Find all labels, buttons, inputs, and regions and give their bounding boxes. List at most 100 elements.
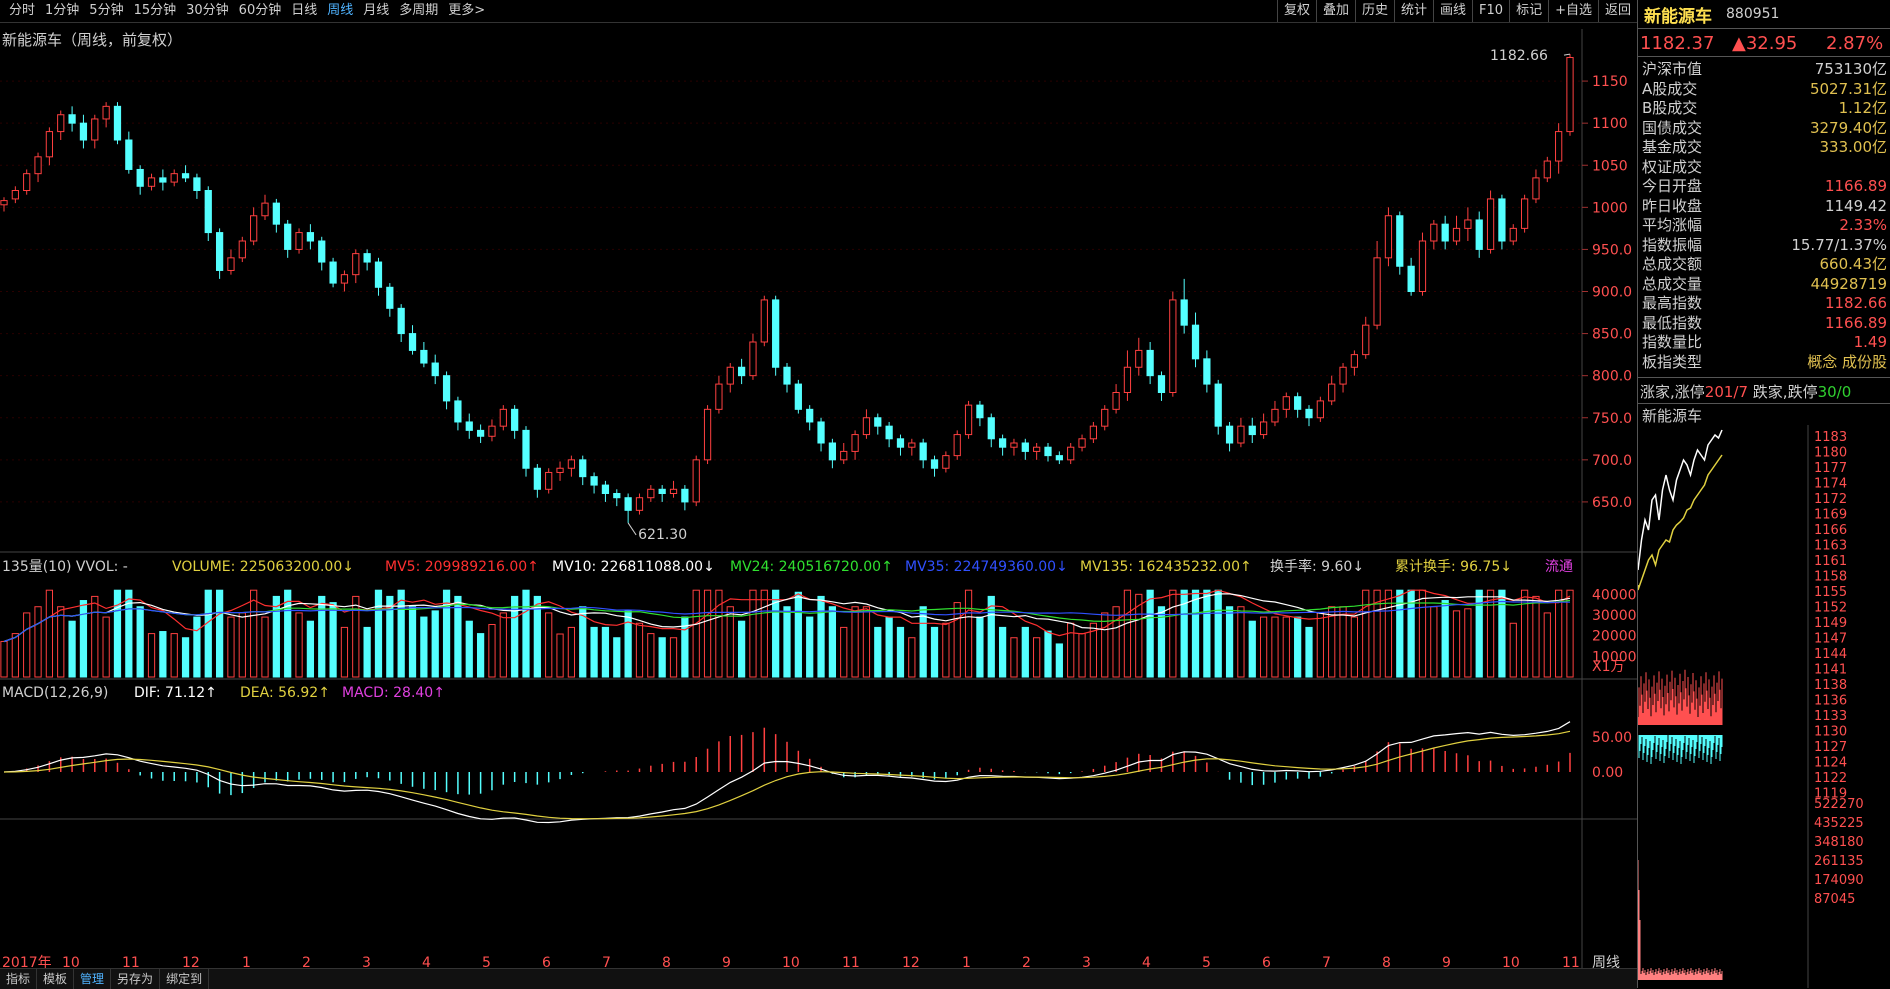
price-tick-label: 850.0 xyxy=(1592,327,1632,343)
volume-tick-label: 20000 xyxy=(1592,629,1637,645)
mini-price-label: 1124 xyxy=(1814,756,1847,771)
candle-body xyxy=(1101,408,1109,427)
toolbar-action-1[interactable]: 叠加 xyxy=(1315,0,1355,22)
volume-label: 135量(10) VVOL: - xyxy=(2,559,128,575)
candle-body xyxy=(261,202,269,217)
candle-body xyxy=(1532,177,1540,200)
period-tab-2[interactable]: 5分钟 xyxy=(84,0,128,22)
candle-body xyxy=(1010,442,1018,448)
candle-body xyxy=(329,261,337,284)
period-tab-9[interactable]: 多周期 xyxy=(394,0,443,22)
stats-label: 国债成交 xyxy=(1642,118,1703,137)
candle-body xyxy=(1191,324,1200,360)
candle-body xyxy=(817,421,825,444)
candle-body xyxy=(352,253,360,276)
volume-bar xyxy=(942,622,950,678)
stats-row: 总成交额 660.43亿 xyxy=(1642,255,1887,274)
candle-body xyxy=(1135,349,1143,368)
volume-tick-label: 40000 xyxy=(1592,587,1637,603)
candle-body xyxy=(431,362,439,377)
volume-bar xyxy=(215,589,224,678)
chart-frame xyxy=(0,29,1637,975)
volume-bar xyxy=(1112,606,1120,678)
volume-bar xyxy=(1294,616,1302,678)
period-tab-5[interactable]: 60分钟 xyxy=(234,0,287,22)
candle-body xyxy=(964,404,973,436)
period-tab-10[interactable]: 更多> xyxy=(443,0,490,22)
volume-bar xyxy=(737,620,746,678)
mini-price-label: 1169 xyxy=(1814,508,1847,523)
candle-body xyxy=(170,173,178,183)
stats-value: 5027.31亿 xyxy=(1809,79,1887,98)
period-tab-8[interactable]: 月线 xyxy=(358,0,394,22)
candle-body xyxy=(397,307,405,335)
mini-vol-label: 435225 xyxy=(1814,816,1864,831)
volume-bar xyxy=(908,637,916,678)
volume-bar xyxy=(1146,589,1154,678)
bottom-tab-2[interactable]: 管理 xyxy=(74,969,112,989)
candle-body xyxy=(840,450,848,461)
candle-body xyxy=(227,257,235,271)
volume-bar xyxy=(1532,595,1540,678)
period-tab-0[interactable]: 分时 xyxy=(4,0,40,22)
candle-body xyxy=(851,434,859,452)
bottom-tab-3[interactable]: 另存为 xyxy=(111,969,161,989)
stats-row: A股成交 5027.31亿 xyxy=(1642,80,1887,99)
volume-bar xyxy=(590,626,598,678)
candle-body xyxy=(669,488,678,494)
mini-avg-line xyxy=(1638,454,1723,591)
candle-body xyxy=(1384,215,1393,259)
extreme-annotations: 1182.66 621.30 xyxy=(627,48,1571,543)
stats-row: 国债成交 3279.40亿 xyxy=(1642,119,1887,138)
candle-body xyxy=(1271,408,1279,423)
volume-bar xyxy=(624,610,632,678)
candle-body xyxy=(1520,198,1529,229)
toolbar-action-7[interactable]: +自选 xyxy=(1548,0,1598,22)
candle-body xyxy=(715,383,723,410)
stats-label: 总成交量 xyxy=(1642,274,1703,293)
volume-bar xyxy=(794,591,802,678)
toolbar-action-6[interactable]: 标记 xyxy=(1509,0,1548,22)
toolbar-action-2[interactable]: 历史 xyxy=(1354,0,1394,22)
bottom-tab-4[interactable]: 绑定到 xyxy=(160,969,210,989)
mv10-value: MV10: 226811088.00↓ xyxy=(552,559,715,575)
price-change: ▲32.95 xyxy=(1732,33,1798,54)
float-label: 流通 xyxy=(1545,559,1573,575)
candle-body xyxy=(613,493,621,499)
period-tab-1[interactable]: 1分钟 xyxy=(40,0,84,22)
candle-body xyxy=(1021,442,1029,452)
candle-body xyxy=(1430,223,1438,242)
volume-bar xyxy=(1191,589,1200,678)
stats-value: 660.43亿 xyxy=(1819,255,1888,273)
volume-bar xyxy=(250,589,258,678)
price-change-pct: 2.87% xyxy=(1826,33,1884,54)
candle-body xyxy=(1328,383,1336,402)
volume-bar xyxy=(57,606,65,678)
period-tab-7[interactable]: 周线 xyxy=(322,0,358,22)
candle-body xyxy=(408,333,417,351)
candle-body xyxy=(772,299,780,368)
period-tab-4[interactable]: 30分钟 xyxy=(181,0,234,22)
volume-bar xyxy=(964,589,973,678)
volume-bar xyxy=(1498,589,1506,678)
stats-label: A股成交 xyxy=(1642,79,1698,98)
bottom-tab-1[interactable]: 模板 xyxy=(37,969,75,989)
candle-body xyxy=(806,408,814,423)
toolbar-actions: 复权 叠加 历史 统计 画线 F10 标记 +自选 返回 xyxy=(1276,0,1637,22)
toolbar-action-5[interactable]: F10 xyxy=(1472,0,1509,22)
stats-label: 指数振幅 xyxy=(1642,235,1703,254)
toolbar-action-8[interactable]: 返回 xyxy=(1597,0,1637,22)
volume-bar xyxy=(1328,606,1336,678)
toolbar-action-0[interactable]: 复权 xyxy=(1276,0,1316,22)
candle-body xyxy=(942,455,950,469)
candle-body xyxy=(1180,299,1188,326)
period-tab-6[interactable]: 日线 xyxy=(286,0,322,22)
toolbar-action-4[interactable]: 画线 xyxy=(1433,0,1472,22)
toolbar-action-3[interactable]: 统计 xyxy=(1394,0,1433,22)
kline-chart[interactable]: 新能源车（周线，前复权） 1150 1100 1050 1000 950.0 900.0 8… xyxy=(0,22,1637,982)
stats-row: 指数振幅 15.77/1.37% xyxy=(1642,236,1887,255)
period-tab-3[interactable]: 15分钟 xyxy=(129,0,182,22)
volume-bar xyxy=(1044,630,1052,678)
volume-bar xyxy=(1248,620,1256,678)
bottom-tab-0[interactable]: 指标 xyxy=(0,969,38,989)
